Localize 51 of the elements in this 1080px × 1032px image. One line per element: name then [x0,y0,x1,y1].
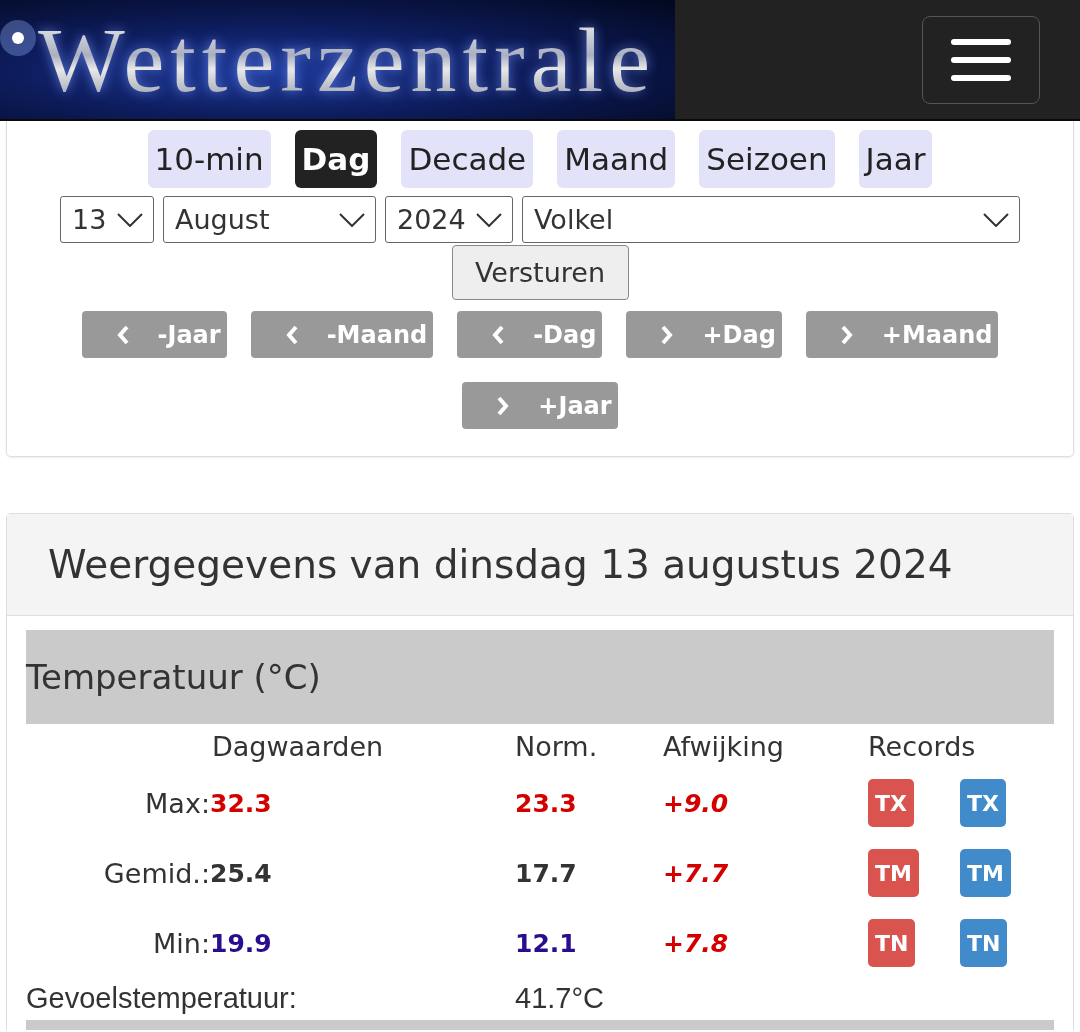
chevron-down-icon [983,212,1009,227]
chevron-down-icon [117,212,143,227]
row-label: Max: [144,787,210,819]
day-value: 32.3 [210,788,272,818]
section-header: Temperatuur (°C) [26,630,1054,724]
column-header: Afwijking [663,729,785,764]
deviation-value: +7.8 [663,928,729,958]
record-badge[interactable]: TN [960,919,1008,967]
menu-button[interactable] [922,15,1040,104]
column-header: Dagwaarden [211,729,385,764]
record-badge[interactable]: TM [868,849,919,897]
chevron-left-icon [284,324,299,345]
submit-button[interactable]: Versturen [451,245,629,300]
deviation-value: +7.7 [663,858,729,888]
row-label: Min: [152,927,210,959]
norm-value: 12.1 [515,928,577,958]
dropdown-select[interactable]: Volkel [522,196,1020,243]
period-tab[interactable]: 10-min [147,130,271,188]
chevron-right-icon [839,324,854,345]
day-value: 25.4 [210,858,272,888]
column-header: Records [868,729,977,764]
logo-banner[interactable]: Wetterzentrale [0,0,675,119]
day-value: 19.9 [210,928,272,958]
dropdown-select[interactable]: 13 [60,196,154,243]
deviation-value: +9.0 [663,788,729,818]
norm-value: 23.3 [515,788,577,818]
record-badge[interactable]: TM [960,849,1011,897]
chevron-down-icon [476,212,502,227]
chevron-left-icon [115,324,130,345]
row-label: Gemid.: [102,857,210,889]
feels-like-label: Gevoelstemperatuur: [26,980,298,1016]
record-badge[interactable]: TX [868,779,914,827]
chevron-right-icon [496,395,511,416]
chevron-right-icon [660,324,675,345]
period-tab[interactable]: Jaar [858,130,933,188]
light-glow-icon [0,20,36,56]
chevron-down-icon [339,212,365,227]
chevron-left-icon [491,324,506,345]
period-tab[interactable]: Decade [401,130,534,188]
record-badge[interactable]: TX [960,779,1006,827]
norm-value: 17.7 [515,858,577,888]
period-tab[interactable]: Maand [557,130,676,188]
menu-icon [951,38,1011,81]
record-badge[interactable]: TN [868,919,916,967]
card-title: Weergegevens van dinsdag 13 augustus 2024 [48,542,953,587]
feels-like-value: 41.7°C [515,980,605,1016]
period-tab[interactable]: Dag [294,130,378,188]
column-header: Norm. [515,729,599,764]
dropdown-select[interactable]: August [163,196,376,243]
dropdown-select[interactable]: 2024 [385,196,513,243]
period-tab[interactable]: Seizoen [699,130,835,188]
